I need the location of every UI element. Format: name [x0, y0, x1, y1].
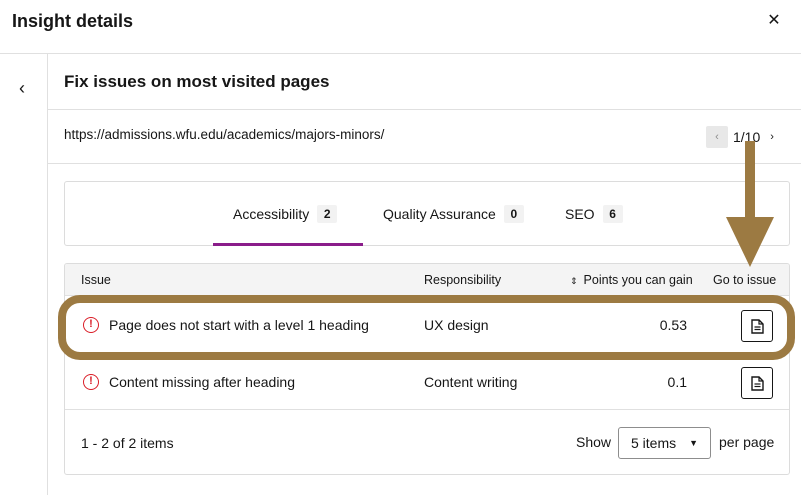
divider	[48, 109, 801, 110]
issue-points: 0.1	[667, 374, 687, 390]
document-icon	[751, 319, 764, 334]
tab-count-badge: 2	[317, 204, 338, 223]
panel-title: Insight details	[12, 11, 134, 31]
active-tab-indicator	[213, 243, 363, 246]
column-header-points-label: Points you can gain	[583, 273, 693, 287]
item-range: 1 - 2 of 2 items	[81, 435, 174, 451]
left-rail: ‹	[0, 54, 48, 495]
back-chevron-icon[interactable]: ‹	[10, 76, 34, 100]
column-header-issue: Issue	[81, 273, 111, 287]
table-row: ! Page does not start with a level 1 hea…	[65, 297, 789, 353]
per-page-label: per page	[719, 434, 775, 450]
column-header-goto: Go to issue	[713, 273, 777, 287]
table-row: ! Content missing after heading Content …	[65, 354, 789, 410]
divider	[48, 163, 801, 164]
tab-label: SEO	[565, 205, 595, 222]
issues-table: Issue Responsibility ⇕ Points you can gai…	[64, 263, 790, 475]
column-header-points[interactable]: ⇕ Points you can gain	[570, 273, 693, 287]
items-per-page-value: 5 items	[631, 435, 677, 451]
issue-responsibility: UX design	[424, 317, 489, 333]
show-label: Show	[576, 434, 612, 450]
go-to-issue-button[interactable]	[741, 310, 773, 342]
prev-page-button[interactable]: ‹	[706, 126, 728, 148]
column-header-responsibility: Responsibility	[424, 273, 502, 287]
tab-seo[interactable]: SEO 6	[565, 182, 623, 245]
next-page-button[interactable]: ›	[770, 131, 774, 143]
insight-title: Fix issues on most visited pages	[64, 72, 330, 91]
close-icon[interactable]: ✕	[760, 9, 788, 33]
panel-header: Insight details ✕	[0, 0, 801, 54]
warning-circle-icon: !	[83, 317, 99, 333]
caret-down-icon: ▼	[689, 438, 698, 448]
page-pager: ‹ 1/10 ›	[706, 126, 774, 148]
tab-count-badge: 0	[503, 204, 524, 223]
issue-name: Page does not start with a level 1 headi…	[109, 317, 369, 333]
issue-points: 0.53	[659, 317, 687, 333]
tab-count-badge: 6	[602, 204, 623, 223]
document-icon	[751, 376, 764, 391]
warning-circle-icon: !	[83, 374, 99, 390]
issue-responsibility: Content writing	[424, 374, 518, 390]
page-url: https://admissions.wfu.edu/academics/maj…	[64, 127, 385, 142]
sort-icon[interactable]: ⇕	[570, 276, 578, 287]
tab-bar: Accessibility 2 Quality Assurance 0 SEO …	[64, 181, 790, 246]
tab-quality-assurance[interactable]: Quality Assurance 0	[383, 182, 524, 245]
page-indicator: 1/10	[733, 129, 761, 145]
go-to-issue-button[interactable]	[741, 367, 773, 399]
tab-label: Accessibility	[233, 205, 310, 222]
tab-accessibility[interactable]: Accessibility 2	[213, 182, 363, 246]
tab-label: Quality Assurance	[383, 205, 496, 222]
table-pagination: 1 - 2 of 2 items Show 5 items ▼ per page	[65, 411, 789, 474]
items-per-page-select[interactable]: 5 items ▼	[618, 427, 711, 459]
issue-name: Content missing after heading	[109, 374, 295, 390]
table-header: Issue Responsibility ⇕ Points you can gai…	[65, 264, 789, 296]
